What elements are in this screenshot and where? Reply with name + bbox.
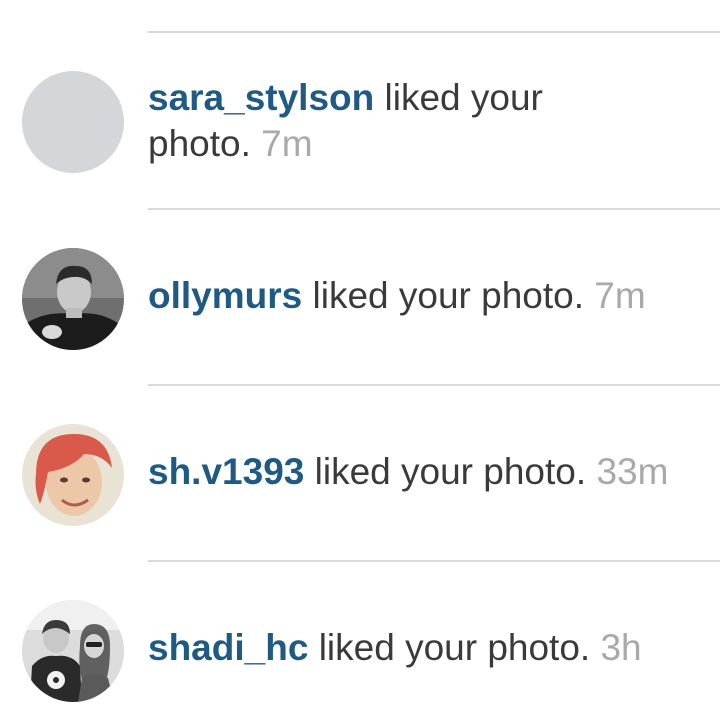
- timestamp: 7m: [594, 275, 646, 316]
- action-text: liked your photo.: [314, 451, 587, 492]
- timestamp: 7m: [261, 123, 313, 164]
- notification-text: sh.v1393 liked your photo. 33m: [148, 449, 720, 495]
- avatar-photo-icon[interactable]: [22, 424, 124, 526]
- notification-item[interactable]: sh.v1393 liked your photo. 33m: [0, 386, 720, 562]
- username-link[interactable]: shadi_hc: [148, 627, 308, 668]
- notification-text: ollymurs liked your photo. 7m: [148, 273, 720, 319]
- activity-feed: sara_stylson liked your photo. 7m ollymu…: [0, 0, 720, 715]
- avatar-photo-icon[interactable]: [22, 248, 124, 350]
- notification-item[interactable]: ollymurs liked your photo. 7m: [0, 210, 720, 386]
- username-link[interactable]: ollymurs: [148, 275, 302, 316]
- timestamp: 3h: [600, 627, 642, 668]
- action-text: liked your photo.: [318, 627, 591, 668]
- username-link[interactable]: sh.v1393: [148, 451, 304, 492]
- avatar-blank-icon[interactable]: [22, 71, 124, 173]
- notification-text: sara_stylson liked your photo. 7m: [148, 75, 590, 167]
- notification-item[interactable]: sara_stylson liked your photo. 7m: [0, 33, 720, 209]
- timestamp: 33m: [596, 451, 669, 492]
- avatar-photo-icon[interactable]: [22, 600, 124, 702]
- notification-text: shadi_hc liked your photo. 3h: [148, 625, 720, 671]
- action-text: liked your photo.: [312, 275, 585, 316]
- username-link[interactable]: sara_stylson: [148, 77, 374, 118]
- notification-item[interactable]: shadi_hc liked your photo. 3h: [0, 562, 720, 715]
